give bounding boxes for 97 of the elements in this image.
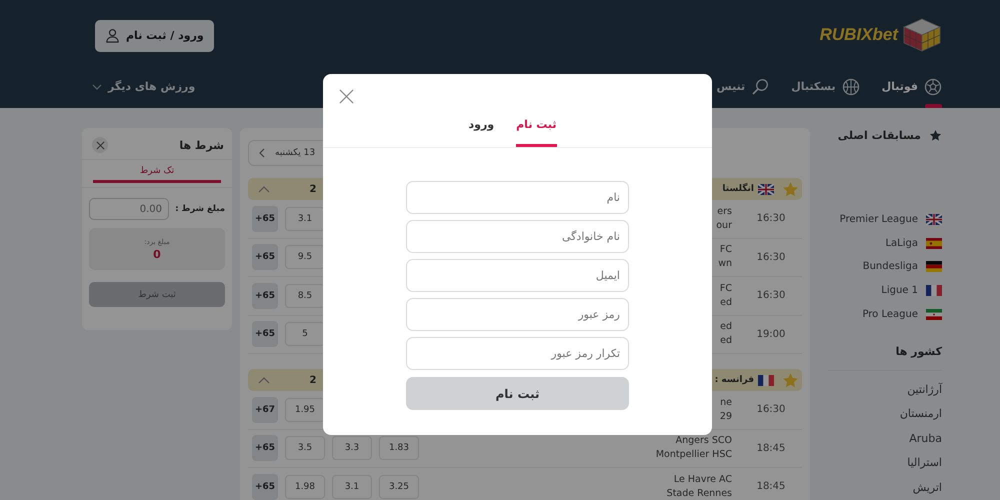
more-markets-button[interactable]: +65 <box>252 206 278 232</box>
country-link[interactable]: ارمنستان <box>900 401 942 426</box>
section-title: کشور ها <box>896 344 942 358</box>
home-team: ers <box>717 204 732 219</box>
more-markets-button[interactable]: +65 <box>252 282 278 309</box>
match-time: 18:45 <box>756 481 786 492</box>
basketball-icon <box>842 78 860 96</box>
odds-button[interactable]: 3.1 <box>332 474 372 499</box>
flag-icon <box>926 214 942 225</box>
user-icon <box>105 28 120 43</box>
section-title: مسابقات اصلی <box>838 129 921 142</box>
country-link[interactable]: Aruba <box>909 426 942 451</box>
flag-icon <box>758 184 774 194</box>
star-icon[interactable] <box>782 180 799 198</box>
match-time: 18:45 <box>756 442 786 454</box>
logo-text[interactable]: RUBIXbet <box>820 25 898 45</box>
more-markets-button[interactable]: +65 <box>252 321 278 348</box>
odds-button[interactable]: 3.3 <box>332 436 372 460</box>
close-button[interactable] <box>92 137 108 153</box>
flag-icon <box>926 309 942 320</box>
league-link[interactable]: LaLiga <box>885 231 942 256</box>
login-button[interactable]: ورود / ثبت نام <box>95 20 214 52</box>
sport-tab[interactable]: تنیس <box>716 65 770 108</box>
more-markets-button[interactable]: +65 <box>252 474 278 500</box>
input-field[interactable]: ایمیل <box>406 259 629 292</box>
dialog-tab[interactable]: ورود <box>468 118 494 147</box>
cube-icon <box>902 18 942 52</box>
stake-input[interactable]: 0.00 <box>89 198 169 220</box>
signup-button[interactable]: ثبت نام <box>406 377 629 410</box>
league-link[interactable]: Ligue 1 <box>881 278 942 303</box>
flag-icon <box>926 285 942 296</box>
away-team: our <box>716 218 732 233</box>
match-time: 16:30 <box>756 404 786 416</box>
away-team: ed <box>720 334 732 348</box>
away-team: 29 <box>720 410 732 424</box>
flag-icon <box>758 374 774 386</box>
league-link[interactable]: Premier League <box>840 207 942 232</box>
home-team: ed <box>720 320 732 334</box>
home-team: ne <box>720 396 732 410</box>
home-team: Angers SCO <box>676 434 732 448</box>
country-name: فرانسه : <box>714 375 754 385</box>
flag-icon <box>926 238 942 249</box>
odds-button[interactable]: 8.5 <box>285 284 325 308</box>
match-time: 16:30 <box>756 290 786 302</box>
odds-button[interactable]: 3.25 <box>379 474 419 499</box>
input-field[interactable]: نام <box>406 181 629 214</box>
odds-button[interactable]: 9.5 <box>285 245 325 270</box>
odds-button[interactable]: 3.5 <box>285 436 325 460</box>
odds-button[interactable]: 5 <box>285 322 325 346</box>
country-name: انگلستا <box>722 184 754 194</box>
country-link[interactable]: آرژانتین <box>907 376 942 402</box>
single-bet-tab[interactable]: تک شرط <box>93 166 221 183</box>
odds-button[interactable]: 1.95 <box>285 398 325 422</box>
bet-slip-title: شرط ها <box>179 138 224 152</box>
close-button[interactable] <box>339 89 354 104</box>
match-time: 19:00 <box>756 328 786 340</box>
input-field[interactable]: تکرار رمز عبور <box>406 337 629 370</box>
odds-button[interactable]: 3.1 <box>285 206 325 231</box>
match-time: 16:30 <box>756 252 786 263</box>
more-markets-button[interactable]: +67 <box>252 396 278 423</box>
winnings-amount: 0 <box>153 248 161 260</box>
place-bet-button[interactable]: ثبت شرط <box>89 282 225 307</box>
home-team: FC <box>720 243 732 258</box>
star-icon <box>929 129 942 142</box>
close-icon <box>339 89 354 104</box>
match-time: 16:30 <box>756 213 786 224</box>
dialog-tab[interactable]: ثبت نام <box>516 118 557 147</box>
away-team: ed <box>720 296 732 310</box>
input-field[interactable]: نام خانوادگی <box>406 220 629 253</box>
flag-icon <box>926 261 942 272</box>
home-team: Le Havre AC <box>674 472 732 487</box>
more-markets-button[interactable]: +65 <box>252 435 278 462</box>
sport-tab[interactable]: فوتبال <box>882 65 942 108</box>
more-markets-button[interactable]: +65 <box>252 244 278 270</box>
close-icon <box>96 140 104 150</box>
league-link[interactable]: Pro League <box>862 302 942 327</box>
home-team: FC <box>720 282 732 296</box>
sport-tab[interactable]: بسکتبال <box>791 65 860 108</box>
input-field[interactable]: رمز عبور <box>406 298 629 331</box>
chevron-up-icon <box>258 186 270 192</box>
away-team: Stade Rennes <box>666 486 732 500</box>
odds-button[interactable]: 1.98 <box>285 474 325 499</box>
league-link[interactable]: Bundesliga <box>862 255 942 279</box>
soccer-ball-icon <box>924 78 942 96</box>
other-sports-menu[interactable]: ورزش های دیگر <box>92 80 196 93</box>
away-team: wn <box>718 257 732 272</box>
country-link[interactable]: استرالیا <box>907 450 942 476</box>
star-icon[interactable] <box>782 372 799 388</box>
chevron-left-icon <box>259 148 265 158</box>
odds-button[interactable]: 1.83 <box>379 436 419 460</box>
column-label: 2 <box>308 184 318 194</box>
away-team: Montpellier HSC <box>656 448 732 462</box>
stake-label: مبلغ شرط : <box>175 204 225 214</box>
column-label: 2 <box>308 374 318 386</box>
chevron-down-icon <box>92 84 102 90</box>
country-link[interactable]: اتریش <box>912 475 942 500</box>
chevron-up-icon <box>258 376 270 384</box>
